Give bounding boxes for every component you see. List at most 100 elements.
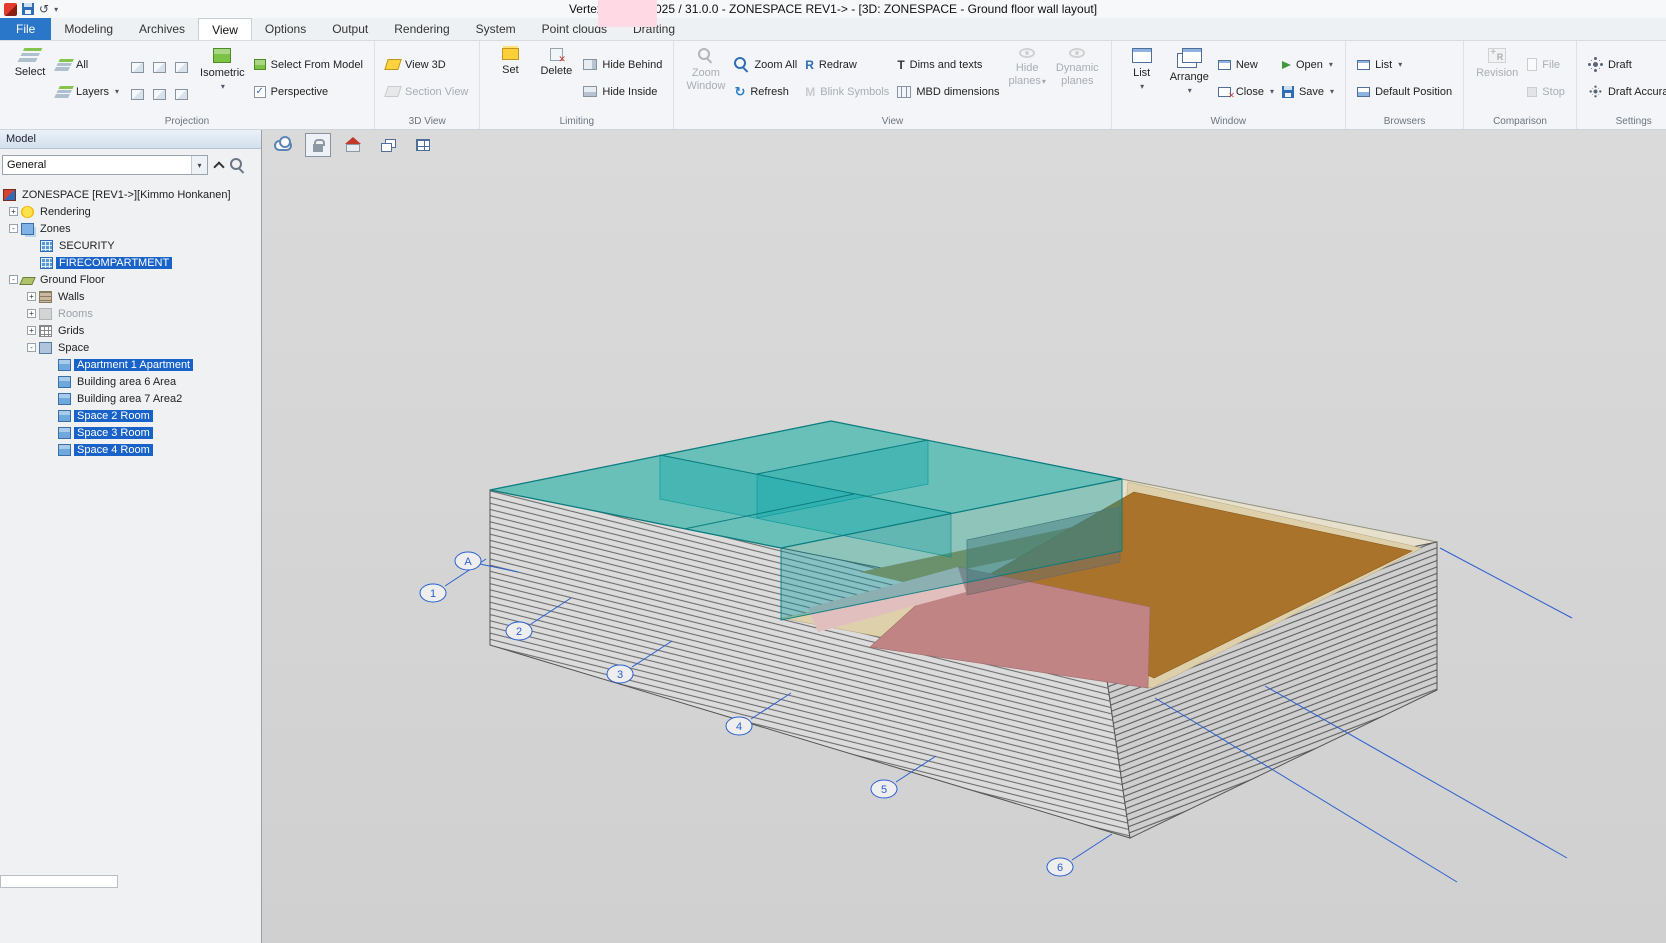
tab-system[interactable]: System: [463, 18, 529, 40]
expand-toggle[interactable]: +: [9, 207, 18, 216]
default-position-button[interactable]: Default Position: [1353, 82, 1456, 101]
dynamic-planes-button[interactable]: Dynamic planes: [1051, 43, 1104, 113]
expand-toggle[interactable]: -: [9, 224, 18, 233]
tab-file[interactable]: File: [0, 18, 51, 40]
hide-planes-button[interactable]: Hide planes▾: [1003, 43, 1050, 113]
projection-view-button[interactable]: [171, 55, 191, 80]
tree-item-rendering[interactable]: + Rendering: [0, 203, 261, 220]
tab-output[interactable]: Output: [319, 18, 381, 40]
tab-rendering[interactable]: Rendering: [381, 18, 462, 40]
grid-bubble[interactable]: 4: [726, 717, 752, 735]
expand-toggle[interactable]: +: [27, 309, 36, 318]
select-from-model-button[interactable]: Select From Model: [250, 55, 367, 74]
all-button[interactable]: All: [53, 55, 123, 74]
expand-toggle[interactable]: +: [27, 326, 36, 335]
cloud-button[interactable]: [270, 133, 296, 157]
zoom-window-button[interactable]: Zoom Window: [681, 43, 730, 113]
tree-item-building-area-6[interactable]: Building area 6 Area: [0, 373, 261, 390]
quick-access-caret-icon[interactable]: ▾: [54, 5, 58, 14]
file-compare-button[interactable]: File: [1523, 55, 1569, 74]
layers-button[interactable]: Layers ▾: [53, 82, 123, 101]
isometric-button[interactable]: Isometric ▾: [195, 43, 250, 113]
revision-button[interactable]: Revision: [1471, 43, 1523, 113]
grid-bubble[interactable]: 6: [1047, 858, 1073, 876]
save-window-button[interactable]: Save ▾: [1278, 82, 1338, 101]
tree-item-grids[interactable]: + Grids: [0, 322, 261, 339]
tree-item-root[interactable]: ZONESPACE [REV1->][Kimmo Honkanen]: [0, 186, 261, 203]
view-3d-button[interactable]: View 3D: [382, 55, 472, 74]
grid-bubble[interactable]: 5: [871, 780, 897, 798]
search-icon[interactable]: [230, 158, 245, 173]
tree-item-space-2[interactable]: Space 2 Room: [0, 407, 261, 424]
tree-item-space-3[interactable]: Space 3 Room: [0, 424, 261, 441]
copy-view-button[interactable]: [375, 133, 401, 157]
section-view-button[interactable]: Section View: [382, 82, 472, 101]
zoom-window-icon: [698, 48, 713, 63]
browsers-list-button[interactable]: List ▾: [1353, 55, 1456, 74]
tree-item-rooms[interactable]: + Rooms: [0, 305, 261, 322]
grid-bubble[interactable]: A: [455, 552, 481, 570]
layout-grid-button[interactable]: [410, 133, 436, 157]
dims-and-texts-button[interactable]: T Dims and texts: [893, 55, 1003, 74]
projection-view-button[interactable]: [149, 55, 169, 80]
tree-item-security[interactable]: SECURITY: [0, 237, 261, 254]
arrange-button[interactable]: Arrange▾: [1165, 43, 1214, 113]
undo-icon[interactable]: ↺: [39, 3, 49, 15]
collapse-tree-icon[interactable]: [213, 161, 224, 172]
viewport-3d[interactable]: A 1 2 3 4 5 6: [262, 130, 1666, 943]
save-icon[interactable]: [22, 3, 34, 15]
perspective-checkbox[interactable]: ✓: [254, 86, 266, 98]
tab-modeling[interactable]: Modeling: [51, 18, 126, 40]
grid-bubble[interactable]: 1: [420, 584, 446, 602]
tree-item-firecompartment[interactable]: FIRECOMPARTMENT: [0, 254, 261, 271]
draft-accuracy-button[interactable]: Draft Accuracy: [1584, 82, 1666, 101]
projection-view-button[interactable]: [127, 82, 147, 107]
close-window-button[interactable]: Close ▾: [1214, 82, 1278, 101]
lock-button[interactable]: [305, 133, 331, 157]
layout-grid-icon: [416, 139, 430, 151]
select-button[interactable]: Select: [7, 43, 53, 113]
blink-symbols-button[interactable]: M Blink Symbols: [801, 82, 893, 101]
draft-button[interactable]: Draft: [1584, 55, 1666, 74]
set-button[interactable]: Set: [487, 43, 533, 113]
filter-combobox[interactable]: ▾: [2, 155, 208, 175]
stop-compare-button[interactable]: Stop: [1523, 82, 1569, 101]
section-view-icon: [384, 86, 402, 97]
tree-item-walls[interactable]: + Walls: [0, 288, 261, 305]
expand-toggle[interactable]: +: [27, 292, 36, 301]
dynamic-planes-label-2: planes: [1061, 75, 1093, 87]
tree-item-ground-floor[interactable]: - Ground Floor: [0, 271, 261, 288]
tab-options[interactable]: Options: [252, 18, 319, 40]
perspective-toggle[interactable]: ✓ Perspective: [250, 82, 367, 101]
projection-view-button[interactable]: [127, 55, 147, 80]
projection-view-button[interactable]: [149, 82, 169, 107]
mbd-dimensions-button[interactable]: MBD dimensions: [893, 82, 1003, 101]
app-icon[interactable]: [4, 3, 17, 16]
zoom-all-button[interactable]: Zoom All: [730, 55, 801, 74]
grid-bubble[interactable]: 2: [506, 622, 532, 640]
model-3d-scene[interactable]: A 1 2 3 4 5 6: [262, 130, 1666, 943]
redraw-button[interactable]: R Redraw: [801, 55, 893, 74]
tab-archives[interactable]: Archives: [126, 18, 198, 40]
home-view-button[interactable]: [340, 133, 366, 157]
delete-button[interactable]: Delete: [533, 43, 579, 113]
new-window-button[interactable]: New: [1214, 55, 1278, 74]
tree-item-building-area-7[interactable]: Building area 7 Area2: [0, 390, 261, 407]
refresh-button[interactable]: ↻ Refresh: [730, 82, 801, 101]
dims-and-texts-icon: T: [897, 59, 904, 71]
grid-bubble[interactable]: 3: [607, 665, 633, 683]
filter-input[interactable]: [3, 159, 191, 171]
tab-view[interactable]: View: [198, 18, 252, 40]
combobox-caret-icon[interactable]: ▾: [191, 156, 207, 174]
expand-toggle[interactable]: -: [9, 275, 18, 284]
tree-item-apartment-1[interactable]: Apartment 1 Apartment: [0, 356, 261, 373]
window-list-button[interactable]: List▾: [1119, 43, 1165, 113]
tree-item-space-4[interactable]: Space 4 Room: [0, 441, 261, 458]
projection-view-button[interactable]: [171, 82, 191, 107]
hide-behind-button[interactable]: Hide Behind: [579, 55, 666, 74]
open-window-button[interactable]: Open ▾: [1278, 55, 1338, 74]
hide-inside-button[interactable]: Hide Inside: [579, 82, 666, 101]
tree-item-zones[interactable]: - Zones: [0, 220, 261, 237]
expand-toggle[interactable]: -: [27, 343, 36, 352]
tree-item-space[interactable]: - Space: [0, 339, 261, 356]
